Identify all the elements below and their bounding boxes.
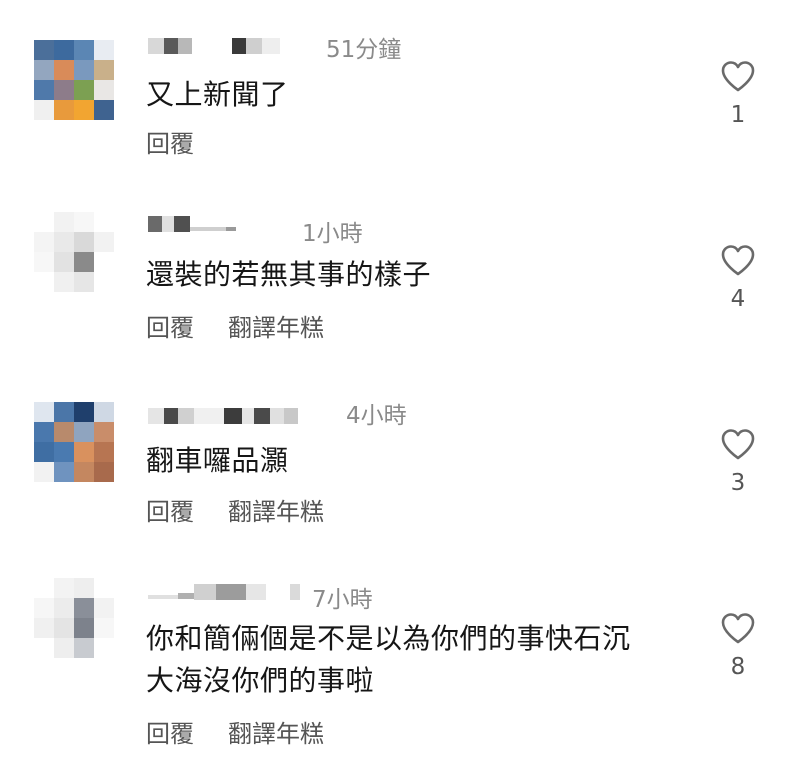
comment-text: 翻車囉品灝 (146, 444, 289, 477)
like-area: 8 (716, 612, 760, 680)
like-area: 1 (716, 60, 760, 128)
comment-timestamp: 1小時 (302, 221, 363, 247)
username-blurred[interactable] (148, 582, 300, 602)
like-count: 8 (730, 654, 746, 680)
like-count: 3 (730, 470, 746, 496)
username-blurred[interactable] (148, 214, 254, 234)
reply-button[interactable]: 回覆 (146, 308, 194, 343)
comment-text: 還裝的若無其事的樣子 (146, 258, 432, 291)
translate-button[interactable]: 翻譯年糕 (228, 492, 324, 527)
comment-timestamp: 51分鐘 (326, 37, 402, 63)
avatar[interactable] (34, 578, 114, 658)
like-count: 4 (730, 286, 746, 312)
comment-text-line: 大海沒你們的事啦 (146, 664, 375, 697)
reply-button[interactable]: 回覆 (146, 714, 194, 749)
comment-timestamp: 4小時 (346, 403, 407, 429)
avatar[interactable] (34, 212, 114, 292)
reply-button[interactable]: 回覆 (146, 492, 194, 527)
comment-text-line: 你和簡倆個是不是以為你們的事快石沉 (146, 622, 631, 655)
heart-icon[interactable] (720, 428, 756, 460)
heart-icon[interactable] (720, 60, 756, 92)
avatar[interactable] (34, 40, 114, 120)
heart-icon[interactable] (720, 612, 756, 644)
like-count: 1 (730, 102, 746, 128)
like-area: 3 (716, 428, 760, 496)
avatar[interactable] (34, 402, 114, 482)
translate-button[interactable]: 翻譯年糕 (228, 714, 324, 749)
comment-text: 又上新聞了 (146, 78, 289, 111)
username-blurred[interactable] (148, 406, 298, 426)
translate-button[interactable]: 翻譯年糕 (228, 308, 324, 343)
comment-text: 你和簡倆個是不是以為你們的事快石沉 大海沒你們的事啦 (146, 618, 631, 702)
comment-actions: 回覆 (146, 124, 194, 159)
username-blurred[interactable] (148, 36, 280, 56)
heart-icon[interactable] (720, 244, 756, 276)
comment-timestamp: 7小時 (312, 587, 373, 613)
reply-button[interactable]: 回覆 (146, 124, 194, 159)
comment-actions: 回覆 翻譯年糕 (146, 492, 324, 527)
comment-actions: 回覆 翻譯年糕 (146, 714, 324, 749)
comment-actions: 回覆 翻譯年糕 (146, 308, 324, 343)
like-area: 4 (716, 244, 760, 312)
